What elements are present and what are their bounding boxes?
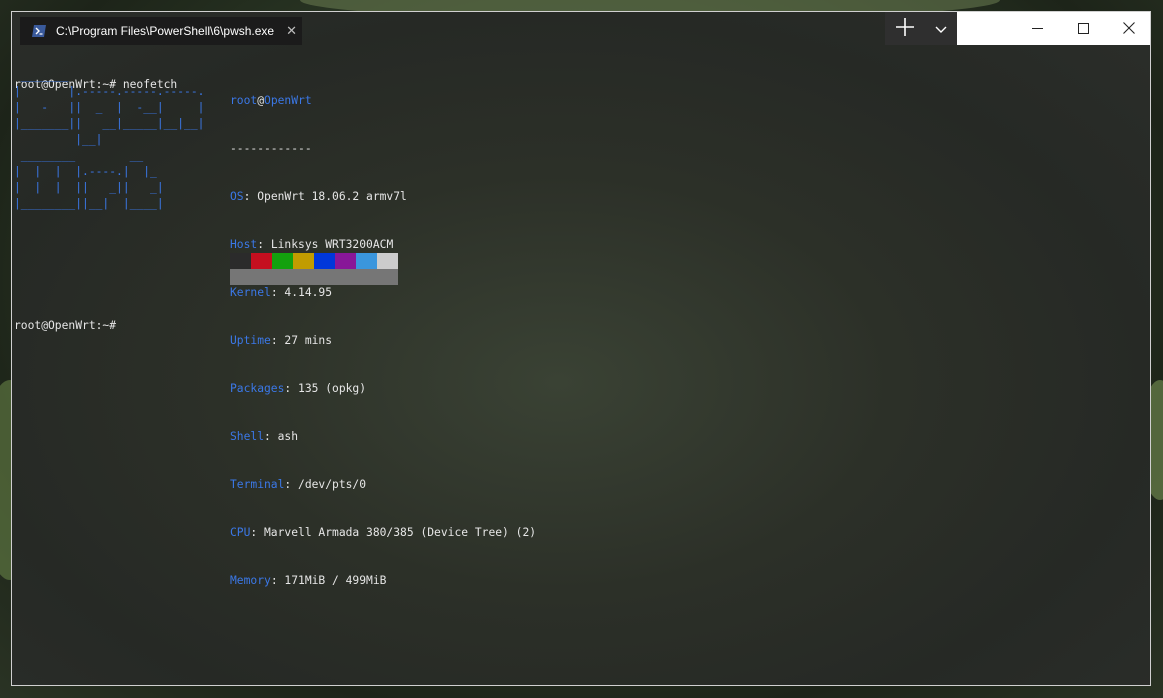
color-swatch <box>230 253 251 269</box>
info-value: : /dev/pts/0 <box>284 478 367 491</box>
user-host-line: root@OpenWrt <box>230 93 536 109</box>
info-value: : 27 mins <box>270 334 333 347</box>
shell-prompt[interactable]: root@OpenWrt:~# <box>14 318 123 334</box>
info-key: CPU <box>230 526 251 539</box>
window-caption-buttons <box>957 12 1150 45</box>
at-sign: @ <box>257 94 265 107</box>
color-swatch <box>230 269 251 285</box>
info-row-packages: Packages: 135 (opkg) <box>230 381 536 397</box>
color-swatch <box>314 253 335 269</box>
info-value: : 171MiB / 499MiB <box>270 574 387 587</box>
new-tab-group <box>885 12 957 45</box>
minimize-button[interactable] <box>1014 12 1060 45</box>
info-key: Shell <box>230 430 265 443</box>
info-row-kernel: Kernel: 4.14.95 <box>230 285 536 301</box>
info-row-terminal: Terminal: /dev/pts/0 <box>230 477 536 493</box>
color-swatch <box>335 269 356 285</box>
separator-line: ------------ <box>230 142 312 155</box>
tab-title: C:\Program Files\PowerShell\6\pwsh.exe <box>56 24 275 38</box>
host-name: OpenWrt <box>264 94 312 107</box>
color-swatch <box>335 253 356 269</box>
info-value: : OpenWrt 18.06.2 armv7l <box>243 190 407 203</box>
neofetch-info: root@OpenWrt ------------ OS: OpenWrt 18… <box>230 61 536 621</box>
info-key: Memory <box>230 574 271 587</box>
close-icon <box>1123 19 1135 38</box>
color-swatch <box>272 269 293 285</box>
minimize-icon <box>1031 19 1043 38</box>
color-swatch <box>377 253 398 269</box>
palette-row-normal <box>230 253 398 269</box>
info-key: Uptime <box>230 334 271 347</box>
info-key: Kernel <box>230 286 271 299</box>
info-value: : ash <box>264 430 299 443</box>
color-swatch <box>251 269 272 285</box>
title-bar[interactable]: C:\Program Files\PowerShell\6\pwsh.exe ✕ <box>12 12 1150 45</box>
info-row-host: Host: Linksys WRT3200ACM <box>230 237 536 253</box>
chevron-down-icon <box>935 19 947 38</box>
info-value: : 135 (opkg) <box>284 382 367 395</box>
info-value: : Linksys WRT3200ACM <box>257 238 394 251</box>
color-swatch <box>356 253 377 269</box>
user-name: root <box>230 94 258 107</box>
color-swatch <box>251 253 272 269</box>
color-swatch <box>272 253 293 269</box>
palette-row-bright <box>230 269 398 285</box>
maximize-icon <box>1077 19 1089 38</box>
color-swatch <box>293 269 314 285</box>
info-key: Host <box>230 238 258 251</box>
plus-icon <box>895 17 915 41</box>
color-swatch <box>293 253 314 269</box>
new-tab-button[interactable] <box>885 12 925 45</box>
info-key: Terminal <box>230 478 285 491</box>
profile-dropdown-button[interactable] <box>925 12 957 45</box>
info-value: : Marvell Armada 380/385 (Device Tree) (… <box>250 526 537 539</box>
tab-powershell[interactable]: C:\Program Files\PowerShell\6\pwsh.exe ✕ <box>20 17 302 45</box>
info-row-shell: Shell: ash <box>230 429 536 445</box>
info-row-cpu: CPU: Marvell Armada 380/385 (Device Tree… <box>230 525 536 541</box>
color-swatch <box>377 269 398 285</box>
openwrt-ascii-logo: _______ | |.-----.-----.-----. | - || _ … <box>14 69 205 210</box>
maximize-button[interactable] <box>1060 12 1106 45</box>
color-swatch <box>314 269 335 285</box>
info-key: OS <box>230 190 244 203</box>
powershell-icon <box>32 25 46 37</box>
terminal-window: C:\Program Files\PowerShell\6\pwsh.exe ✕ <box>11 11 1151 686</box>
close-tab-icon[interactable]: ✕ <box>286 23 297 39</box>
info-value: : 4.14.95 <box>270 286 333 299</box>
info-row-uptime: Uptime: 27 mins <box>230 333 536 349</box>
info-row-os: OS: OpenWrt 18.06.2 armv7l <box>230 189 536 205</box>
info-row-memory: Memory: 171MiB / 499MiB <box>230 573 536 589</box>
color-palette <box>230 253 398 285</box>
info-key: Packages <box>230 382 285 395</box>
color-swatch <box>356 269 377 285</box>
close-window-button[interactable] <box>1106 12 1150 45</box>
